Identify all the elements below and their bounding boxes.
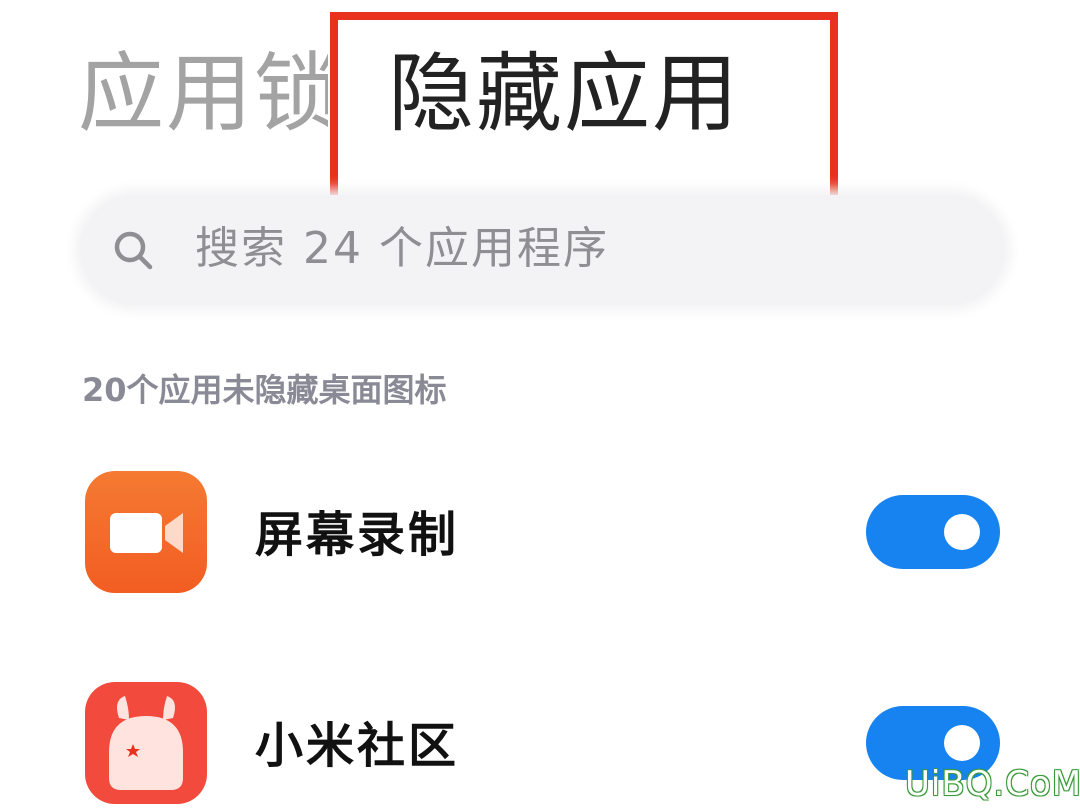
toggle-knob xyxy=(944,514,980,550)
mi-bunny-icon xyxy=(85,682,207,804)
hidden-apps-screen: 应用锁 隐藏应用 搜索 24 个应用程序 20个应用未隐藏桌面图标 屏幕录制 小… xyxy=(0,0,1080,810)
hide-toggle[interactable] xyxy=(866,495,1000,569)
app-name: 小米社区 xyxy=(255,718,460,774)
tab-hidden-apps[interactable]: 隐藏应用 xyxy=(388,44,740,144)
search-placeholder: 搜索 24 个应用程序 xyxy=(195,223,609,274)
watermark: UiBQ.CoM xyxy=(905,764,1080,804)
section-header: 20个应用未隐藏桌面图标 xyxy=(82,371,447,409)
tab-app-lock[interactable]: 应用锁 xyxy=(78,44,328,144)
list-item: 屏幕录制 xyxy=(0,471,1080,601)
search-input[interactable]: 搜索 24 个应用程序 xyxy=(80,195,1005,305)
toggle-knob xyxy=(944,725,980,761)
video-camera-icon xyxy=(85,471,207,593)
search-icon xyxy=(112,229,154,271)
app-name: 屏幕录制 xyxy=(255,507,460,563)
